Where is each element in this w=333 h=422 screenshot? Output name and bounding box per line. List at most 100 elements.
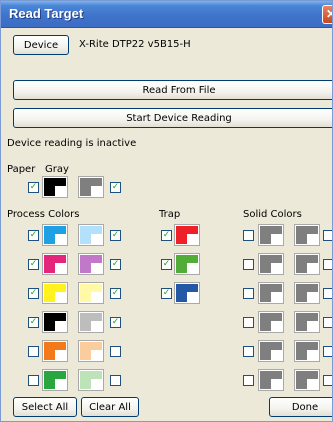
solid-5-left-checkbox[interactable] (243, 346, 254, 357)
paper-label: Paper (7, 164, 36, 175)
solid-2-left-checkbox[interactable] (243, 259, 254, 270)
process-orange-swatch-inset (55, 350, 66, 360)
solid-3-left-checkbox[interactable] (243, 288, 254, 299)
trap-blue-checkbox[interactable]: ✓ (161, 288, 172, 299)
solid-colors-heading: Solid Colors (243, 209, 302, 220)
trap-blue-swatch (175, 283, 199, 303)
process-green-tint-swatch (79, 370, 103, 390)
process-yellow-tint-checkbox[interactable]: ✓ (110, 288, 121, 299)
solid-3-left-swatch-inset (271, 292, 282, 302)
process-green-checkbox[interactable] (28, 375, 39, 386)
solid-1-left-swatch (259, 225, 283, 245)
solid-1-left-swatch-inset (271, 234, 282, 244)
process-cyan-tint-swatch-inset (91, 234, 102, 244)
process-green-tint-checkbox[interactable] (110, 375, 121, 386)
done-button[interactable]: Done (269, 397, 332, 417)
solid-4-right-swatch-inset (307, 321, 318, 331)
device-button[interactable]: Device (13, 35, 69, 55)
process-magenta-swatch-inset (55, 263, 66, 273)
solid-1-right-swatch-inset (307, 234, 318, 244)
title-bar: Read Target ✕ (1, 1, 332, 28)
solid-6-left-checkbox[interactable] (243, 375, 254, 386)
gray-checkbox[interactable]: ✓ (110, 182, 121, 193)
process-orange-checkbox[interactable] (28, 346, 39, 357)
process-black-swatch (43, 312, 67, 332)
solid-5-left-swatch-inset (271, 350, 282, 360)
process-cyan-checkbox[interactable]: ✓ (28, 230, 39, 241)
solid-1-left-checkbox[interactable] (243, 230, 254, 241)
process-magenta-tint-checkbox[interactable]: ✓ (110, 259, 121, 270)
solid-3-left-swatch (259, 283, 283, 303)
gray-swatch (79, 177, 103, 197)
solid-3-right-swatch (295, 283, 319, 303)
read-from-file-button[interactable]: Read From File (13, 80, 332, 100)
solid-4-left-swatch-inset (271, 321, 282, 331)
solid-4-left-swatch (259, 312, 283, 332)
paper-checkbox[interactable]: ✓ (28, 182, 39, 193)
process-magenta-tint-swatch-inset (91, 263, 102, 273)
device-name: X-Rite DTP22 v5B15-H (79, 39, 191, 50)
trap-red-swatch (175, 225, 199, 245)
process-green-swatch (43, 370, 67, 390)
process-colors-heading: Process Colors (7, 209, 80, 220)
process-black-swatch-inset (55, 321, 66, 331)
process-yellow-tint-swatch-inset (91, 292, 102, 302)
process-black-checkbox[interactable]: ✓ (28, 317, 39, 328)
process-orange-tint-swatch-inset (91, 350, 102, 360)
process-yellow-swatch (43, 283, 67, 303)
solid-2-right-swatch (295, 254, 319, 274)
process-cyan-tint-checkbox[interactable]: ✓ (110, 230, 121, 241)
solid-1-right-swatch (295, 225, 319, 245)
process-green-tint-swatch-inset (91, 379, 102, 389)
solid-5-right-swatch-inset (307, 350, 318, 360)
solid-6-right-swatch (295, 370, 319, 390)
process-black-tint-checkbox[interactable]: ✓ (110, 317, 121, 328)
solid-6-right-checkbox[interactable] (323, 375, 332, 386)
solid-5-right-swatch (295, 341, 319, 361)
process-magenta-swatch (43, 254, 67, 274)
trap-green-checkbox[interactable]: ✓ (161, 259, 172, 270)
trap-blue-swatch-inset (187, 292, 198, 302)
paper-swatch-inset (55, 186, 66, 196)
solid-4-right-swatch (295, 312, 319, 332)
process-black-tint-swatch (79, 312, 103, 332)
solid-3-right-checkbox[interactable] (323, 288, 332, 299)
clear-all-button[interactable]: Clear All (81, 397, 139, 417)
process-orange-tint-checkbox[interactable] (110, 346, 121, 357)
solid-3-right-swatch-inset (307, 292, 318, 302)
solid-6-left-swatch-inset (271, 379, 282, 389)
solid-2-left-swatch-inset (271, 263, 282, 273)
process-magenta-checkbox[interactable]: ✓ (28, 259, 39, 270)
process-cyan-tint-swatch (79, 225, 103, 245)
read-target-window: Read Target ✕ Device X-Rite DTP22 v5B15-… (0, 0, 333, 422)
process-green-swatch-inset (55, 379, 66, 389)
solid-2-right-swatch-inset (307, 263, 318, 273)
process-yellow-checkbox[interactable]: ✓ (28, 288, 39, 299)
trap-green-swatch (175, 254, 199, 274)
trap-red-swatch-inset (187, 234, 198, 244)
select-all-button[interactable]: Select All (13, 397, 77, 417)
solid-1-right-checkbox[interactable] (323, 230, 332, 241)
start-device-reading-button[interactable]: Start Device Reading (13, 108, 332, 128)
trap-red-checkbox[interactable]: ✓ (161, 230, 172, 241)
device-status: Device reading is inactive (7, 138, 137, 149)
process-black-tint-swatch-inset (91, 321, 102, 331)
solid-6-right-swatch-inset (307, 379, 318, 389)
window-title: Read Target (9, 6, 84, 21)
paper-swatch (43, 177, 67, 197)
process-yellow-swatch-inset (55, 292, 66, 302)
gray-swatch-inset (91, 186, 102, 196)
solid-5-right-checkbox[interactable] (323, 346, 332, 357)
process-cyan-swatch-inset (55, 234, 66, 244)
close-icon[interactable]: ✕ (322, 5, 332, 24)
process-orange-swatch (43, 341, 67, 361)
gray-label: Gray (45, 164, 69, 175)
solid-6-left-swatch (259, 370, 283, 390)
process-orange-tint-swatch (79, 341, 103, 361)
solid-4-right-checkbox[interactable] (323, 317, 332, 328)
trap-green-swatch-inset (187, 263, 198, 273)
solid-5-left-swatch (259, 341, 283, 361)
solid-4-left-checkbox[interactable] (243, 317, 254, 328)
solid-2-right-checkbox[interactable] (323, 259, 332, 270)
process-magenta-tint-swatch (79, 254, 103, 274)
